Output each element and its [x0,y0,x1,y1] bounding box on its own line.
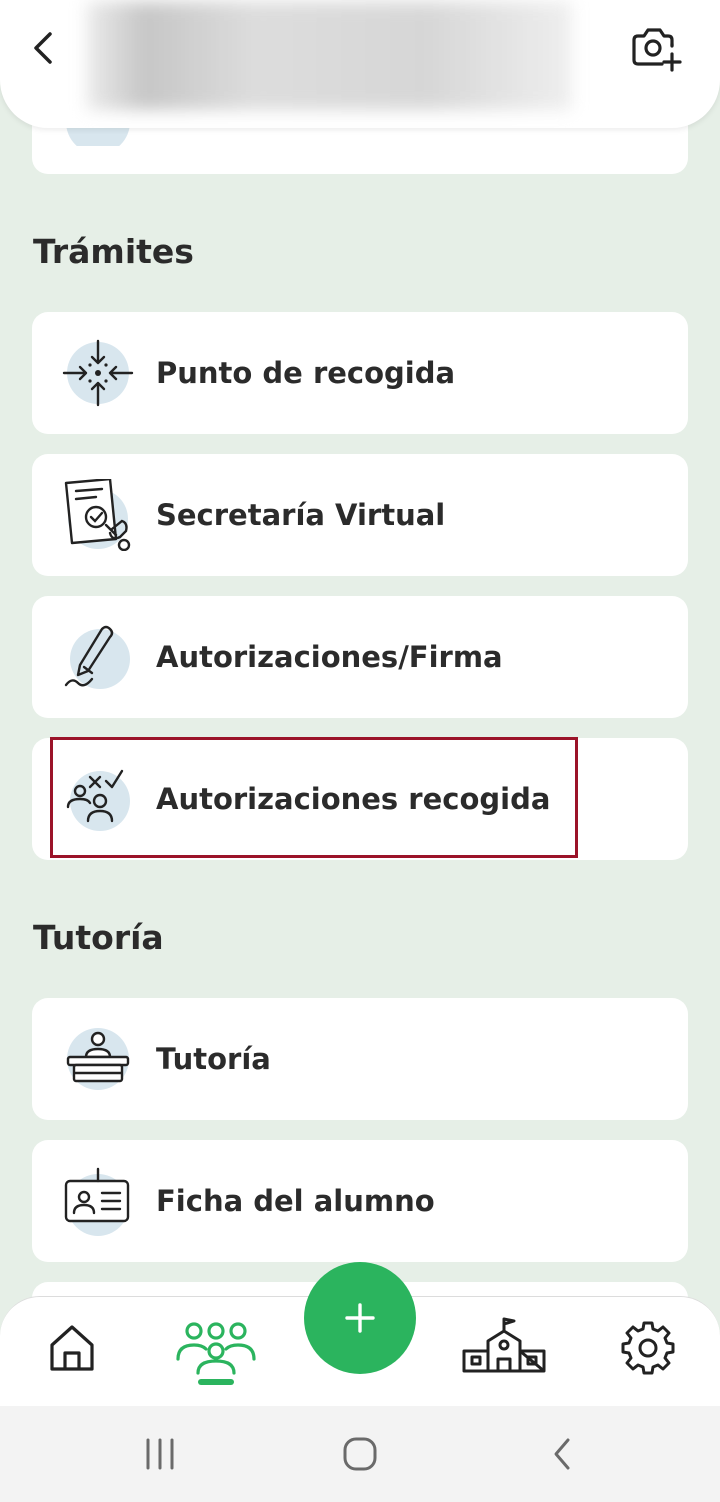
virtual-secretary-icon [64,479,131,551]
blurred-title [86,2,572,110]
pickup-point-icon [62,339,134,407]
list-item-label: Autorizaciones/Firma [156,640,503,674]
nav-students[interactable] [172,1317,260,1385]
list-item-ficha-del-alumno[interactable]: Ficha del alumno [32,1140,688,1262]
pickup-authorization-icon [66,769,130,831]
home-circle-icon[interactable] [340,1434,380,1474]
plus-icon [345,1303,375,1333]
list-item-tutoria[interactable]: Tutoría [32,998,688,1120]
student-card-icon [64,1167,130,1236]
app-header [0,0,720,128]
chevron-left-icon [34,32,52,64]
section-title-tramites: Trámites [33,232,194,271]
list-item-secretaria-virtual[interactable]: Secretaría Virtual [32,454,688,576]
list-item-label: Punto de recogida [156,356,456,390]
nav-home[interactable] [42,1317,102,1377]
school-icon [462,1317,546,1373]
add-button[interactable] [304,1262,416,1374]
list-item-label: Autorizaciones recogida [156,782,551,816]
list-item-punto-de-recogida[interactable]: Punto de recogida [32,312,688,434]
nav-school[interactable] [460,1317,548,1377]
list-item-label: Ficha del alumno [156,1184,435,1218]
system-navigation-bar [0,1406,720,1502]
list-item-autorizaciones-firma[interactable]: Autorizaciones/Firma [32,596,688,718]
list-item-label: Secretaría Virtual [156,498,446,532]
list-item-autorizaciones-recogida[interactable]: Autorizaciones recogida [32,738,688,860]
home-icon [50,1325,94,1371]
camera-plus-icon [632,28,682,72]
students-icon [176,1322,256,1385]
settings-icon [621,1321,675,1375]
signature-icon [64,625,130,689]
back-button[interactable] [24,28,64,68]
list-item-label: Tutoría [156,1042,271,1076]
nav-settings[interactable] [618,1317,678,1377]
section-title-tutoria: Tutoría [33,918,164,957]
recent-apps-icon[interactable] [140,1436,180,1472]
system-back-icon[interactable] [544,1436,580,1472]
add-photo-button[interactable] [628,24,684,74]
tutoring-desk-icon [66,1028,130,1090]
